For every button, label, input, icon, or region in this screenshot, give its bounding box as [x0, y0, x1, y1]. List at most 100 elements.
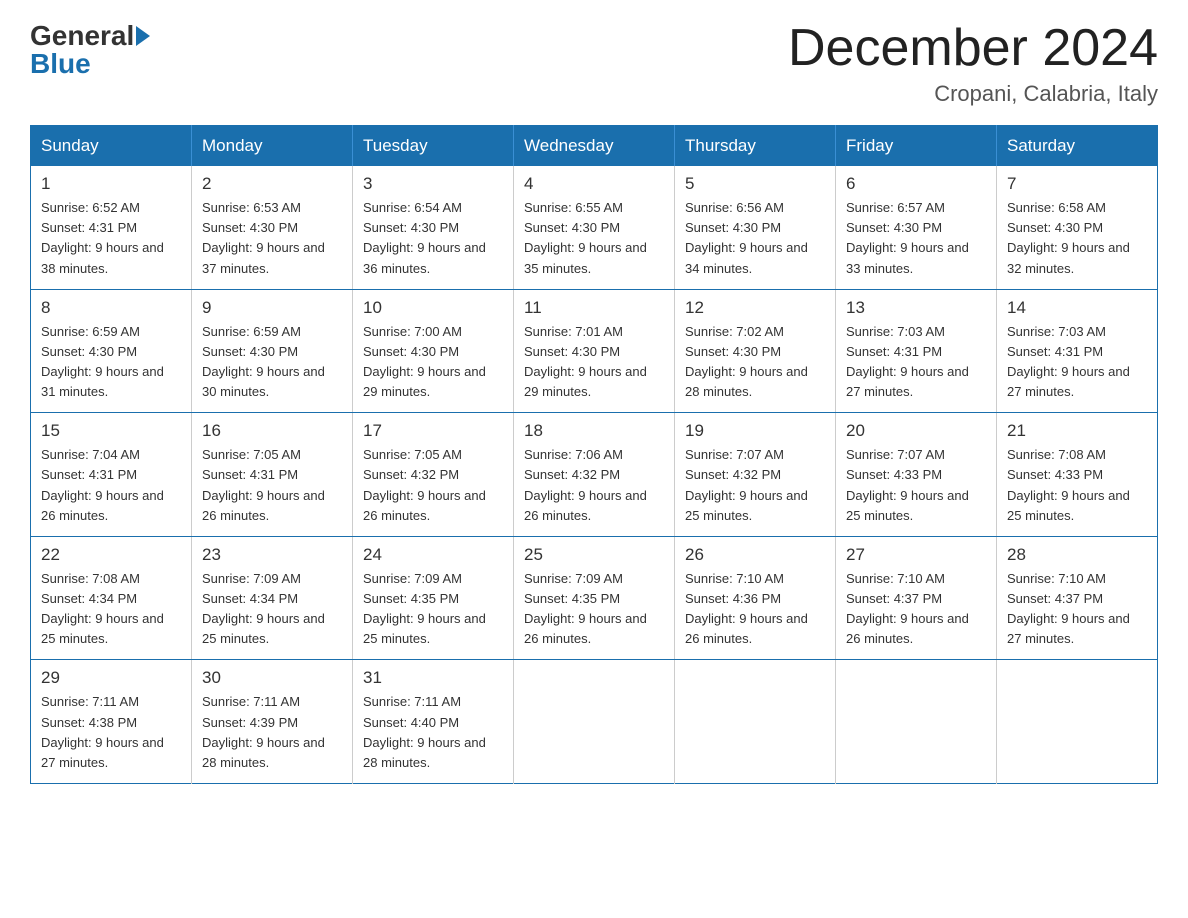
day-number: 19 [685, 421, 825, 441]
day-number: 13 [846, 298, 986, 318]
calendar-day-cell [997, 660, 1158, 784]
month-title: December 2024 [788, 20, 1158, 77]
day-info: Sunrise: 7:05 AMSunset: 4:32 PMDaylight:… [363, 445, 503, 526]
day-number: 12 [685, 298, 825, 318]
calendar-week-row: 1 Sunrise: 6:52 AMSunset: 4:31 PMDayligh… [31, 166, 1158, 289]
day-info: Sunrise: 7:07 AMSunset: 4:32 PMDaylight:… [685, 445, 825, 526]
day-info: Sunrise: 7:05 AMSunset: 4:31 PMDaylight:… [202, 445, 342, 526]
calendar-day-cell: 11 Sunrise: 7:01 AMSunset: 4:30 PMDaylig… [514, 289, 675, 413]
day-info: Sunrise: 7:07 AMSunset: 4:33 PMDaylight:… [846, 445, 986, 526]
calendar-day-cell: 2 Sunrise: 6:53 AMSunset: 4:30 PMDayligh… [192, 166, 353, 289]
calendar-day-cell: 18 Sunrise: 7:06 AMSunset: 4:32 PMDaylig… [514, 413, 675, 537]
day-number: 1 [41, 174, 181, 194]
day-info: Sunrise: 7:06 AMSunset: 4:32 PMDaylight:… [524, 445, 664, 526]
day-info: Sunrise: 7:04 AMSunset: 4:31 PMDaylight:… [41, 445, 181, 526]
calendar-week-row: 22 Sunrise: 7:08 AMSunset: 4:34 PMDaylig… [31, 536, 1158, 660]
day-number: 20 [846, 421, 986, 441]
calendar-table: Sunday Monday Tuesday Wednesday Thursday… [30, 125, 1158, 784]
calendar-day-cell: 15 Sunrise: 7:04 AMSunset: 4:31 PMDaylig… [31, 413, 192, 537]
calendar-day-cell: 25 Sunrise: 7:09 AMSunset: 4:35 PMDaylig… [514, 536, 675, 660]
calendar-day-cell: 19 Sunrise: 7:07 AMSunset: 4:32 PMDaylig… [675, 413, 836, 537]
location-text: Cropani, Calabria, Italy [788, 81, 1158, 107]
day-info: Sunrise: 6:52 AMSunset: 4:31 PMDaylight:… [41, 198, 181, 279]
day-number: 30 [202, 668, 342, 688]
day-number: 21 [1007, 421, 1147, 441]
calendar-week-row: 15 Sunrise: 7:04 AMSunset: 4:31 PMDaylig… [31, 413, 1158, 537]
calendar-day-cell: 9 Sunrise: 6:59 AMSunset: 4:30 PMDayligh… [192, 289, 353, 413]
calendar-day-cell: 26 Sunrise: 7:10 AMSunset: 4:36 PMDaylig… [675, 536, 836, 660]
day-info: Sunrise: 6:53 AMSunset: 4:30 PMDaylight:… [202, 198, 342, 279]
day-info: Sunrise: 6:58 AMSunset: 4:30 PMDaylight:… [1007, 198, 1147, 279]
col-thursday: Thursday [675, 126, 836, 167]
day-number: 6 [846, 174, 986, 194]
calendar-day-cell: 17 Sunrise: 7:05 AMSunset: 4:32 PMDaylig… [353, 413, 514, 537]
calendar-day-cell: 16 Sunrise: 7:05 AMSunset: 4:31 PMDaylig… [192, 413, 353, 537]
calendar-week-row: 8 Sunrise: 6:59 AMSunset: 4:30 PMDayligh… [31, 289, 1158, 413]
calendar-day-cell: 6 Sunrise: 6:57 AMSunset: 4:30 PMDayligh… [836, 166, 997, 289]
calendar-day-cell: 28 Sunrise: 7:10 AMSunset: 4:37 PMDaylig… [997, 536, 1158, 660]
col-wednesday: Wednesday [514, 126, 675, 167]
day-number: 2 [202, 174, 342, 194]
day-info: Sunrise: 7:11 AMSunset: 4:38 PMDaylight:… [41, 692, 181, 773]
calendar-day-cell: 14 Sunrise: 7:03 AMSunset: 4:31 PMDaylig… [997, 289, 1158, 413]
day-number: 7 [1007, 174, 1147, 194]
day-number: 23 [202, 545, 342, 565]
calendar-day-cell: 20 Sunrise: 7:07 AMSunset: 4:33 PMDaylig… [836, 413, 997, 537]
day-number: 26 [685, 545, 825, 565]
calendar-day-cell [836, 660, 997, 784]
day-number: 25 [524, 545, 664, 565]
day-number: 10 [363, 298, 503, 318]
calendar-day-cell: 3 Sunrise: 6:54 AMSunset: 4:30 PMDayligh… [353, 166, 514, 289]
day-info: Sunrise: 7:08 AMSunset: 4:34 PMDaylight:… [41, 569, 181, 650]
day-info: Sunrise: 7:08 AMSunset: 4:33 PMDaylight:… [1007, 445, 1147, 526]
day-number: 27 [846, 545, 986, 565]
calendar-day-cell: 13 Sunrise: 7:03 AMSunset: 4:31 PMDaylig… [836, 289, 997, 413]
calendar-day-cell: 5 Sunrise: 6:56 AMSunset: 4:30 PMDayligh… [675, 166, 836, 289]
day-info: Sunrise: 6:56 AMSunset: 4:30 PMDaylight:… [685, 198, 825, 279]
day-info: Sunrise: 7:03 AMSunset: 4:31 PMDaylight:… [1007, 322, 1147, 403]
day-number: 29 [41, 668, 181, 688]
day-number: 14 [1007, 298, 1147, 318]
day-info: Sunrise: 7:09 AMSunset: 4:34 PMDaylight:… [202, 569, 342, 650]
day-number: 15 [41, 421, 181, 441]
logo-blue-text: Blue [30, 48, 91, 79]
calendar-day-cell: 24 Sunrise: 7:09 AMSunset: 4:35 PMDaylig… [353, 536, 514, 660]
day-info: Sunrise: 7:10 AMSunset: 4:37 PMDaylight:… [846, 569, 986, 650]
calendar-day-cell [514, 660, 675, 784]
day-number: 3 [363, 174, 503, 194]
calendar-day-cell: 7 Sunrise: 6:58 AMSunset: 4:30 PMDayligh… [997, 166, 1158, 289]
calendar-week-row: 29 Sunrise: 7:11 AMSunset: 4:38 PMDaylig… [31, 660, 1158, 784]
day-info: Sunrise: 7:11 AMSunset: 4:39 PMDaylight:… [202, 692, 342, 773]
day-number: 24 [363, 545, 503, 565]
day-number: 17 [363, 421, 503, 441]
day-number: 22 [41, 545, 181, 565]
calendar-day-cell: 4 Sunrise: 6:55 AMSunset: 4:30 PMDayligh… [514, 166, 675, 289]
day-info: Sunrise: 7:01 AMSunset: 4:30 PMDaylight:… [524, 322, 664, 403]
calendar-day-cell: 1 Sunrise: 6:52 AMSunset: 4:31 PMDayligh… [31, 166, 192, 289]
day-number: 4 [524, 174, 664, 194]
day-number: 18 [524, 421, 664, 441]
day-info: Sunrise: 7:09 AMSunset: 4:35 PMDaylight:… [363, 569, 503, 650]
day-number: 9 [202, 298, 342, 318]
col-tuesday: Tuesday [353, 126, 514, 167]
calendar-day-cell [675, 660, 836, 784]
col-saturday: Saturday [997, 126, 1158, 167]
day-info: Sunrise: 7:10 AMSunset: 4:36 PMDaylight:… [685, 569, 825, 650]
col-monday: Monday [192, 126, 353, 167]
calendar-day-cell: 29 Sunrise: 7:11 AMSunset: 4:38 PMDaylig… [31, 660, 192, 784]
day-info: Sunrise: 7:00 AMSunset: 4:30 PMDaylight:… [363, 322, 503, 403]
calendar-day-cell: 10 Sunrise: 7:00 AMSunset: 4:30 PMDaylig… [353, 289, 514, 413]
day-number: 31 [363, 668, 503, 688]
calendar-day-cell: 30 Sunrise: 7:11 AMSunset: 4:39 PMDaylig… [192, 660, 353, 784]
day-info: Sunrise: 7:11 AMSunset: 4:40 PMDaylight:… [363, 692, 503, 773]
day-info: Sunrise: 6:57 AMSunset: 4:30 PMDaylight:… [846, 198, 986, 279]
calendar-day-cell: 12 Sunrise: 7:02 AMSunset: 4:30 PMDaylig… [675, 289, 836, 413]
day-info: Sunrise: 6:54 AMSunset: 4:30 PMDaylight:… [363, 198, 503, 279]
day-info: Sunrise: 6:59 AMSunset: 4:30 PMDaylight:… [202, 322, 342, 403]
day-info: Sunrise: 7:03 AMSunset: 4:31 PMDaylight:… [846, 322, 986, 403]
page-header: General Blue December 2024 Cropani, Cala… [30, 20, 1158, 107]
day-number: 16 [202, 421, 342, 441]
day-number: 8 [41, 298, 181, 318]
day-number: 5 [685, 174, 825, 194]
logo: General Blue [30, 20, 152, 80]
